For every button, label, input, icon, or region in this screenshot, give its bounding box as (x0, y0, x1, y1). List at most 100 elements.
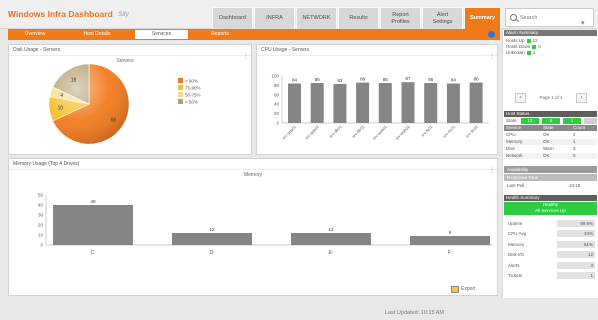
bar-value-label: 9 (449, 230, 452, 235)
bar-value-label: 83 (337, 78, 343, 83)
table-cell: OK (543, 139, 550, 144)
subtab-services[interactable]: Services (135, 30, 188, 39)
tab-summary[interactable]: Summary (464, 7, 501, 29)
status-cell[interactable]: 12 (521, 118, 539, 124)
availability-bar[interactable]: Availability (504, 166, 597, 173)
bar-value-label: 86 (474, 77, 480, 82)
table-row[interactable]: Network OK 0 (504, 153, 597, 159)
column-header: State (543, 125, 554, 130)
status-dot-icon (526, 38, 531, 43)
stat-label: Memory (508, 242, 525, 247)
bar-chart: Memory 0 10 20 30 40 50 40 C: 12 D: 12 E: 9 F: (38, 172, 493, 256)
search-box[interactable] (505, 8, 594, 27)
table-row[interactable]: Disk Warn 3 (504, 146, 597, 152)
tab-dashboard[interactable]: Dashboard (212, 7, 253, 29)
bar[interactable] (378, 83, 392, 123)
app-logo-text[interactable]: Windows Infra Dashboard (8, 9, 113, 19)
legend-label: 50-75% (185, 93, 201, 98)
panel-menu-icon[interactable] (489, 159, 494, 170)
chevron-down-icon[interactable] (581, 12, 589, 24)
stat-value: 3 (557, 262, 595, 269)
bar[interactable] (172, 233, 252, 245)
right-sidebar: Alarm Summary Hosts Up 12 Hosts Down 0 Unk… (502, 30, 598, 298)
stat-value: 34% (557, 230, 595, 237)
x-tick-label: srv-db01 (328, 124, 343, 139)
column-header: Service (506, 125, 522, 130)
stat-value: 12 (557, 251, 595, 258)
x-tick-label: srv-app02 (304, 124, 321, 141)
health-line: All Services Up (535, 208, 566, 213)
tab-alert-settings[interactable]: Alert Settings (422, 7, 463, 29)
bar[interactable] (291, 233, 371, 245)
pie-slice-label: 68 (111, 117, 117, 123)
bar[interactable] (410, 236, 490, 245)
table-cell: Network (506, 153, 523, 158)
legend-label: 75-90% (185, 86, 201, 91)
alarm-line[interactable]: Hosts Down 0 (506, 44, 541, 49)
bar[interactable] (446, 83, 460, 123)
bar[interactable] (356, 82, 370, 123)
bar-chart: 0 20 40 60 80 100 84 srv-app01 85 srv-app02 83 srv-… (271, 74, 489, 141)
x-tick-label: srv-web02 (394, 124, 411, 141)
export-icon[interactable] (451, 286, 459, 293)
status-dot-icon (532, 44, 537, 49)
panel-menu-icon[interactable] (489, 45, 494, 56)
pie-chart: Servers 68 10 4 18 > 90% 75-90% 50-75% < 50% (48, 58, 201, 145)
y-tick-label: 50 (38, 193, 44, 198)
bar-value-label: 85 (315, 77, 321, 82)
table-cell: 0 (573, 153, 576, 158)
tab-report-profiles[interactable]: Report Profiles (380, 7, 421, 29)
export-link[interactable]: Export (461, 286, 475, 293)
status-cell[interactable]: 1 (563, 118, 581, 124)
stat-label: Disk I/O (508, 252, 525, 257)
status-dot-icon (526, 50, 531, 55)
alarm-line[interactable]: Unknown 1 (506, 50, 535, 55)
subtab-host-details[interactable]: Host Details (72, 30, 122, 39)
table-cell: 2 (573, 132, 576, 137)
subtab-overview[interactable]: Overview (12, 30, 58, 39)
bar[interactable] (53, 205, 133, 245)
status-cell[interactable]: 0 (542, 118, 560, 124)
bar-value-label: 40 (90, 199, 96, 204)
pager-prev-button[interactable]: ‹ (515, 93, 526, 103)
table-cell: 3 (573, 146, 576, 151)
bar[interactable] (401, 82, 415, 123)
y-tick-label: 80 (274, 83, 280, 88)
tab-results[interactable]: Results (338, 7, 379, 29)
table-cell: Memory (506, 139, 523, 144)
bar[interactable] (288, 83, 301, 123)
legend-swatch (178, 99, 183, 104)
bar-value-label: 86 (360, 77, 366, 82)
table-cell: OK (543, 132, 550, 137)
legend-label: > 90% (185, 79, 198, 84)
table-row[interactable]: CPU OK 2 (504, 132, 597, 138)
bar[interactable] (333, 83, 347, 123)
subtab-reports[interactable]: Reports (195, 30, 245, 39)
x-tick-label: srv-web01 (371, 124, 388, 141)
panel-title: CPU Usage - Servers (257, 45, 497, 56)
x-tick-label: srv-db02 (351, 124, 366, 139)
panel-menu-icon[interactable] (243, 45, 248, 56)
tab-network[interactable]: NETWORK (296, 7, 337, 29)
column-header: Count (573, 125, 586, 130)
pager-next-button[interactable]: › (576, 93, 587, 103)
table-row[interactable]: Memory OK 1 (504, 139, 597, 145)
bar[interactable] (424, 83, 438, 123)
info-icon[interactable] (488, 31, 495, 38)
table-cell: OK (543, 153, 550, 158)
response-time-bar[interactable]: Response Time (504, 174, 597, 181)
tab-infra[interactable]: INFRA (254, 7, 295, 29)
bar-value-label: 84 (292, 78, 298, 83)
alarm-summary-header: Alarm Summary (504, 30, 597, 36)
y-tick-label: 30 (38, 213, 44, 218)
bar[interactable] (469, 82, 483, 123)
bar[interactable] (310, 83, 324, 123)
legend-swatch (178, 92, 183, 97)
search-input[interactable] (520, 13, 578, 23)
last-updated-text: Last Updated: 10:15 AM (385, 310, 445, 316)
status-cell-empty (584, 118, 597, 124)
alarm-line[interactable]: Hosts Up 12 (506, 38, 538, 43)
y-tick-label: 0 (276, 121, 279, 126)
memory-usage-panel: Memory Usage (Top 4 Drives) Memory 0 10 20 3… (8, 158, 498, 296)
services-table-header: Service State Count (504, 125, 597, 131)
